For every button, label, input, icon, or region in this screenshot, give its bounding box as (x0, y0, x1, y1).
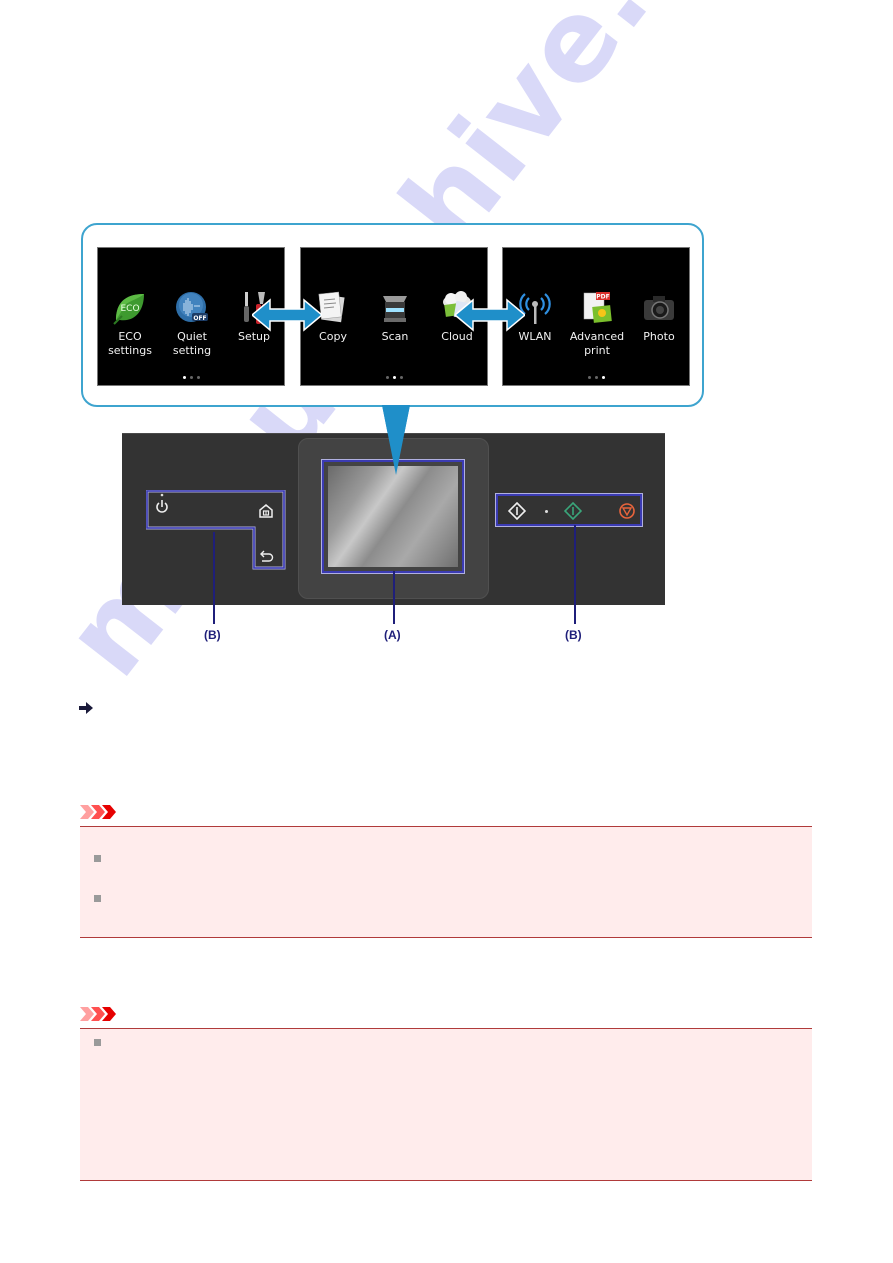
link-arrow-icon[interactable] (79, 702, 93, 714)
alarm-lamp (545, 510, 548, 513)
bullet-icon (94, 895, 101, 902)
app-label: Copy (319, 330, 347, 343)
app-label: WLAN (518, 330, 552, 343)
black-start-icon (507, 501, 527, 521)
power-button[interactable] (155, 493, 169, 520)
leader-line-b-left (213, 532, 215, 624)
ref-label-a: (A) (384, 628, 401, 642)
swipe-arrow-icon (252, 298, 322, 332)
svg-text:PDF: PDF (596, 294, 609, 301)
app-label: print (584, 344, 610, 357)
page-dot (399, 376, 403, 379)
page-dot (196, 376, 200, 379)
app-scan[interactable]: Scan (365, 290, 425, 344)
important-notice (80, 826, 812, 938)
bullet-icon (94, 855, 101, 862)
camera-icon (641, 290, 677, 326)
page-dot-active (601, 376, 605, 379)
page-indicator (301, 376, 487, 379)
color-start-icon (563, 501, 583, 521)
app-label: setting (172, 344, 212, 357)
important-icon (80, 1007, 116, 1021)
app-photo[interactable]: Photo (629, 290, 689, 344)
page-dot (189, 376, 193, 379)
stop-button[interactable] (619, 503, 635, 524)
svg-text:ECO: ECO (120, 304, 139, 314)
black-start-button[interactable] (507, 501, 527, 525)
back-icon (260, 550, 274, 562)
color-start-button[interactable] (563, 501, 583, 525)
stop-icon (619, 503, 635, 519)
quiet-off-icon: OFF (174, 290, 210, 326)
app-label: ECO (118, 330, 142, 343)
home-button[interactable] (259, 504, 273, 523)
app-label: Scan (381, 330, 409, 343)
callout-pointer-overlay (382, 405, 410, 475)
important-icon (80, 805, 116, 819)
page-indicator (98, 376, 284, 379)
app-label: Cloud (441, 330, 473, 343)
app-label: Quiet (177, 330, 207, 343)
bullet-icon (94, 1039, 101, 1046)
important-notice (80, 1028, 812, 1181)
back-button[interactable] (260, 549, 274, 567)
page-dot (594, 376, 598, 379)
app-quiet-setting[interactable]: OFF Quiet setting (162, 290, 222, 358)
page-indicator (503, 376, 689, 379)
leader-line-b-right (574, 525, 576, 624)
svg-text:OFF: OFF (193, 315, 206, 322)
ref-label-b-right: (B) (565, 628, 582, 642)
home-icon (259, 504, 273, 518)
app-label: Setup (237, 330, 271, 343)
app-label: Photo (643, 330, 675, 343)
page-dot-active (392, 376, 396, 379)
swipe-arrow-icon (455, 298, 525, 332)
app-label: Advanced (569, 330, 625, 343)
leader-line-a (393, 571, 395, 624)
page-dot (385, 376, 389, 379)
page-dot-active (182, 376, 186, 379)
ref-label-b-left: (B) (204, 628, 221, 642)
app-advanced-print[interactable]: PDF Advanced print (567, 290, 627, 358)
pdf-print-icon: PDF (579, 290, 615, 326)
power-icon (156, 493, 168, 513)
eco-leaf-icon: ECO (112, 290, 148, 326)
page-dot (587, 376, 591, 379)
app-eco-settings[interactable]: ECO ECO settings (100, 290, 160, 358)
app-label: settings (108, 344, 152, 357)
home-screen-3: WLAN PDF Advanced print Photo (502, 247, 690, 386)
scanner-icon (377, 290, 413, 326)
touch-screen[interactable] (328, 466, 458, 567)
